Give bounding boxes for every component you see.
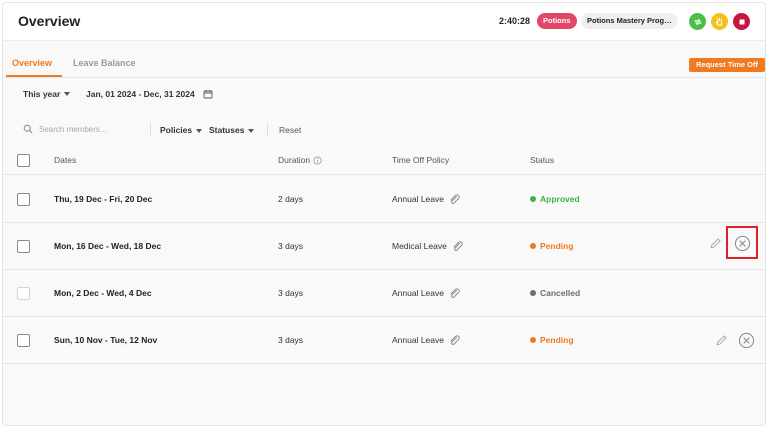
row-policy-label: Annual Leave (392, 288, 444, 298)
info-icon[interactable] (313, 155, 322, 165)
search-input[interactable] (39, 124, 129, 134)
row-policy: Annual Leave (392, 193, 460, 205)
paperclip-icon[interactable] (448, 193, 460, 205)
hand-icon (715, 17, 723, 26)
row-checkbox[interactable] (17, 193, 30, 206)
switch-icon (693, 18, 702, 25)
break-button[interactable] (711, 13, 728, 30)
tab-leave-balance[interactable]: Leave Balance (73, 58, 136, 68)
calendar-icon (203, 90, 213, 99)
status-label: Pending (540, 335, 574, 345)
tab-overview[interactable]: Overview (12, 58, 52, 68)
paperclip-icon[interactable] (451, 240, 463, 252)
statuses-dropdown[interactable]: Statuses (209, 125, 255, 135)
row-dates: Mon, 16 Dec - Wed, 18 Dec (54, 241, 162, 251)
edit-button[interactable] (707, 235, 723, 251)
row-checkbox (17, 287, 30, 300)
stop-icon (739, 19, 744, 24)
status-label: Pending (540, 241, 574, 251)
divider (150, 123, 151, 135)
status-dot (530, 196, 536, 202)
status-dot (530, 290, 536, 296)
header-dates: Dates (54, 155, 77, 165)
chevron-down-icon (64, 92, 71, 96)
table-row: Mon, 2 Dec - Wed, 4 Dec 3 days Annual Le… (3, 270, 765, 317)
status-dot (530, 337, 536, 343)
stop-timer-button[interactable] (733, 13, 750, 30)
row-policy-label: Annual Leave (392, 335, 444, 345)
top-bar: Overview 2:40:28 Potions Potions Mastery… (3, 3, 765, 41)
row-policy-label: Medical Leave (392, 241, 447, 251)
table-row: Thu, 19 Dec - Fri, 20 Dec 2 days Annual … (3, 176, 765, 223)
divider (267, 123, 268, 135)
row-duration: 3 days (278, 335, 304, 345)
row-dates: Thu, 19 Dec - Fri, 20 Dec (54, 194, 153, 204)
chevron-down-icon (248, 128, 255, 133)
table-row: Mon, 16 Dec - Wed, 18 Dec 3 days Medical… (3, 223, 765, 270)
request-time-off-button[interactable]: Request Time Off (689, 58, 765, 72)
header-duration-label: Duration (278, 155, 311, 165)
status-badge: Approved (530, 194, 580, 204)
policies-dropdown[interactable]: Policies (160, 125, 203, 135)
active-tab-indicator (6, 75, 62, 77)
row-dates: Sun, 10 Nov - Tue, 12 Nov (54, 335, 158, 345)
tab-bar: Overview Leave Balance (3, 41, 765, 78)
paperclip-icon[interactable] (448, 287, 460, 299)
header-status: Status (530, 155, 555, 165)
statuses-label: Statuses (209, 125, 245, 135)
policies-label: Policies (160, 125, 193, 135)
row-policy: Annual Leave (392, 287, 460, 299)
period-dropdown[interactable]: This year (23, 89, 71, 99)
row-duration: 3 days (278, 241, 304, 251)
status-label: Cancelled (540, 288, 581, 298)
pencil-icon (710, 237, 721, 248)
app-window: Overview 2:40:28 Potions Potions Mastery… (2, 2, 766, 426)
search-icon (23, 124, 33, 134)
search-box (23, 122, 145, 136)
row-checkbox[interactable] (17, 334, 30, 347)
paperclip-icon[interactable] (448, 334, 460, 346)
page-title: Overview (18, 13, 81, 29)
row-dates: Mon, 2 Dec - Wed, 4 Dec (54, 288, 152, 298)
cancel-request-button[interactable] (733, 234, 751, 252)
row-policy: Annual Leave (392, 334, 460, 346)
period-label: This year (23, 89, 61, 99)
row-policy-label: Annual Leave (392, 194, 444, 204)
timer-display: 2:40:28 (499, 16, 531, 26)
date-range-label: Jan, 01 2024 - Dec, 31 2024 (86, 89, 195, 99)
status-label: Approved (540, 194, 580, 204)
reset-button[interactable]: Reset (279, 125, 301, 135)
row-duration: 3 days (278, 288, 304, 298)
status-dot (530, 243, 536, 249)
table-header: Dates Duration Time Off Policy Status (3, 143, 765, 175)
close-circle-icon (734, 235, 750, 251)
task-pill[interactable]: Potions Mastery Progr... (581, 13, 678, 29)
status-badge: Pending (530, 335, 574, 345)
close-circle-icon (738, 332, 754, 348)
pencil-icon (716, 334, 727, 345)
search-filter-bar: Policies Statuses Reset (3, 118, 765, 140)
cancel-request-button[interactable] (737, 331, 755, 349)
status-badge: Cancelled (530, 288, 580, 298)
header-policy: Time Off Policy (392, 155, 450, 165)
date-range-picker[interactable]: Jan, 01 2024 - Dec, 31 2024 (86, 89, 213, 99)
row-policy: Medical Leave (392, 240, 463, 252)
edit-button[interactable] (713, 332, 729, 348)
row-checkbox[interactable] (17, 240, 30, 253)
row-duration: 2 days (278, 194, 304, 204)
select-all-checkbox[interactable] (17, 154, 30, 167)
chevron-down-icon (196, 128, 203, 133)
switch-timer-button[interactable] (689, 13, 706, 30)
header-duration: Duration (278, 155, 322, 165)
table-row: Sun, 10 Nov - Tue, 12 Nov 3 days Annual … (3, 317, 765, 364)
status-badge: Pending (530, 241, 574, 251)
project-pill[interactable]: Potions (537, 13, 577, 29)
